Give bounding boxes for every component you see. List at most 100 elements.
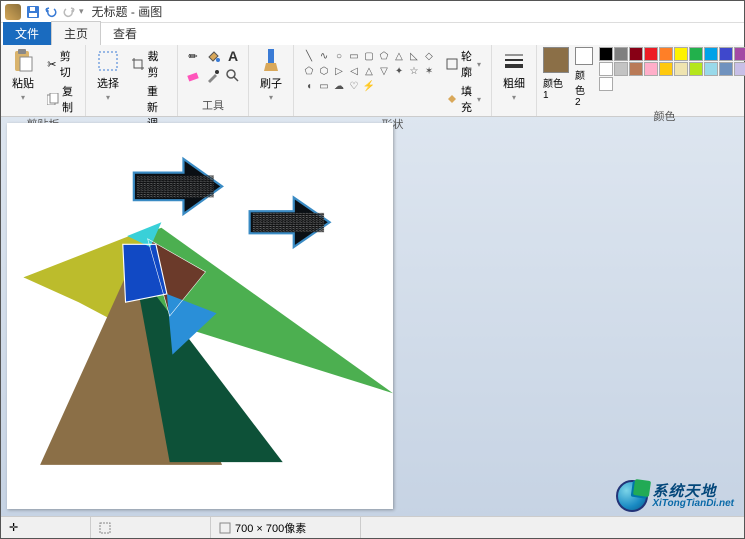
save-icon[interactable] (25, 4, 41, 20)
shape-lightning[interactable]: ⚡ (362, 79, 376, 93)
shape-pentagon[interactable]: ⬠ (302, 64, 316, 78)
select-icon (96, 49, 120, 73)
paste-button[interactable]: 粘贴 ▾ (7, 47, 39, 104)
shape-star4[interactable]: ✦ (392, 64, 406, 78)
cut-button[interactable]: ✂剪切 (43, 47, 79, 81)
color1-swatch (543, 47, 569, 73)
shape-line[interactable]: ╲ (302, 49, 316, 63)
thickness-icon (502, 49, 526, 73)
group-brushes: 刷子 ▾ (249, 45, 294, 116)
watermark-line1: 系统天地 (652, 484, 734, 499)
swatch[interactable] (629, 47, 643, 61)
shape-callout-round[interactable]: ◖ (302, 79, 316, 93)
watermark-line2: XiTongTianDi.net (652, 499, 734, 509)
tab-bar: 文件 主页 查看 (1, 23, 744, 45)
shape-rect[interactable]: ▭ (347, 49, 361, 63)
fill-icon[interactable] (204, 47, 222, 65)
undo-icon[interactable] (43, 4, 59, 20)
shape-triangle[interactable]: △ (392, 49, 406, 63)
tab-file[interactable]: 文件 (3, 22, 51, 45)
shape-diamond[interactable]: ◇ (422, 49, 436, 63)
group-image: 选择 ▾ 裁剪 重新调整大小 旋转▾ 图像 (86, 45, 178, 116)
copy-icon (47, 92, 59, 106)
ribbon: 粘贴 ▾ ✂剪切 复制 剪贴板 选择 ▾ 裁剪 重新调整大小 旋转▾ 图像 (1, 45, 744, 117)
window-title: 无标题 - 画图 (92, 3, 163, 20)
select-button[interactable]: 选择 ▾ (92, 47, 124, 104)
shape-polygon[interactable]: ⬠ (377, 49, 391, 63)
swatch[interactable] (674, 47, 688, 61)
swatch[interactable] (644, 62, 658, 76)
shape-outline-button[interactable]: 轮廓▾ (442, 47, 485, 81)
redo-icon[interactable] (61, 4, 77, 20)
shape-curve[interactable]: ∿ (317, 49, 331, 63)
swatch[interactable] (599, 62, 613, 76)
select-label: 选择 (97, 75, 119, 91)
group-colors: 颜色 1 颜色 2 编辑颜色 颜色 (537, 45, 745, 116)
swatch-empty[interactable] (599, 77, 613, 91)
shape-rarrow[interactable]: ▷ (332, 64, 346, 78)
swatch[interactable] (734, 62, 745, 76)
swatch[interactable] (629, 62, 643, 76)
swatch[interactable] (719, 62, 733, 76)
shapes-gallery[interactable]: ╲ ∿ ○ ▭ ▢ ⬠ △ ◺ ◇ ⬠ ⬡ ▷ ◁ △ ▽ ✦ ☆ ✶ ◖ ▭ (300, 47, 438, 95)
canvas-size-icon (219, 522, 231, 534)
shape-callout-cloud[interactable]: ☁ (332, 79, 346, 93)
swatch[interactable] (599, 47, 613, 61)
thickness-button[interactable]: 粗细 ▾ (498, 47, 530, 104)
shape-roundrect[interactable]: ▢ (362, 49, 376, 63)
swatch[interactable] (734, 47, 745, 61)
text-icon[interactable]: A (224, 47, 242, 65)
shape-oval[interactable]: ○ (332, 49, 346, 63)
brushes-button[interactable]: 刷子 ▾ (255, 47, 287, 104)
swatch[interactable] (644, 47, 658, 61)
swatch[interactable] (659, 47, 673, 61)
tab-home[interactable]: 主页 (51, 21, 101, 45)
shape-uarrow[interactable]: △ (362, 64, 376, 78)
group-colors-label: 颜色 (654, 108, 676, 125)
tab-view[interactable]: 查看 (101, 22, 149, 45)
paste-icon (11, 49, 35, 73)
shape-hexagon[interactable]: ⬡ (317, 64, 331, 78)
color2-swatch (575, 47, 593, 65)
fill-bucket-icon (446, 92, 458, 106)
brush-icon (259, 49, 283, 73)
swatch[interactable] (704, 47, 718, 61)
status-bar: ✛ 700 × 700像素 (1, 516, 744, 538)
shape-darrow[interactable]: ▽ (377, 64, 391, 78)
color1-button[interactable]: 颜色 1 (543, 47, 569, 101)
canvas-area (1, 117, 744, 515)
swatch[interactable] (704, 62, 718, 76)
paste-label: 粘贴 (12, 75, 34, 91)
shape-heart[interactable]: ♡ (347, 79, 361, 93)
selection-size-icon (99, 522, 111, 534)
crop-button[interactable]: 裁剪 (128, 47, 171, 81)
watermark-icon (616, 480, 648, 512)
color2-button[interactable]: 颜色 2 (575, 47, 593, 108)
brushes-label: 刷子 (260, 75, 282, 91)
swatch[interactable] (719, 47, 733, 61)
shape-callout-rect[interactable]: ▭ (317, 79, 331, 93)
cursor-pos-icon: ✛ (9, 521, 18, 534)
magnifier-icon[interactable] (224, 67, 242, 85)
group-shapes: ╲ ∿ ○ ▭ ▢ ⬠ △ ◺ ◇ ⬠ ⬡ ▷ ◁ △ ▽ ✦ ☆ ✶ ◖ ▭ (294, 45, 492, 116)
quick-access-toolbar: ▾ (25, 4, 84, 20)
swatch[interactable] (614, 47, 628, 61)
copy-button[interactable]: 复制 (43, 82, 79, 116)
shape-fill-button[interactable]: 填充▾ (442, 82, 485, 116)
app-icon (5, 4, 21, 20)
shape-star5[interactable]: ☆ (407, 64, 421, 78)
shape-larrow[interactable]: ◁ (347, 64, 361, 78)
outline-icon (446, 57, 458, 71)
eraser-icon[interactable] (184, 67, 202, 85)
group-tools: ✏ A 工具 (178, 45, 249, 116)
swatch[interactable] (659, 62, 673, 76)
shape-rtriangle[interactable]: ◺ (407, 49, 421, 63)
swatch[interactable] (689, 47, 703, 61)
swatch[interactable] (614, 62, 628, 76)
picker-icon[interactable] (204, 67, 222, 85)
pencil-icon[interactable]: ✏ (184, 47, 202, 65)
shape-star6[interactable]: ✶ (422, 64, 436, 78)
swatch[interactable] (689, 62, 703, 76)
canvas[interactable] (7, 123, 393, 509)
swatch[interactable] (674, 62, 688, 76)
